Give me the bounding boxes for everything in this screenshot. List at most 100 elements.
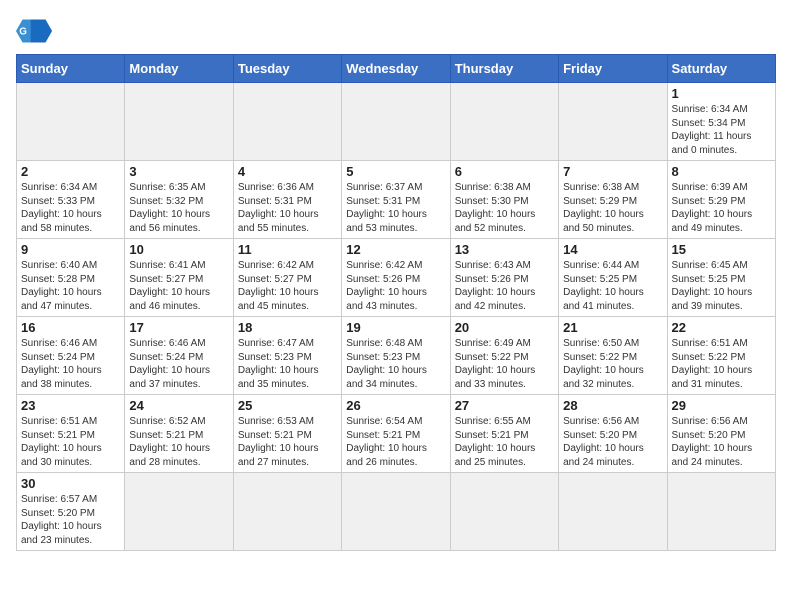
weekday-header-wednesday: Wednesday	[342, 55, 450, 83]
day-info: Sunrise: 6:56 AM Sunset: 5:20 PM Dayligh…	[672, 415, 771, 469]
calendar-cell: 26 Sunrise: 6:54 AM Sunset: 5:21 PM Dayli…	[342, 395, 450, 473]
day-info: Sunrise: 6:39 AM Sunset: 5:29 PM Dayligh…	[672, 181, 771, 235]
weekday-header-sunday: Sunday	[17, 55, 125, 83]
calendar-cell: 1 Sunrise: 6:34 AM Sunset: 5:34 PM Daylig…	[667, 83, 775, 161]
day-info: Sunrise: 6:40 AM Sunset: 5:28 PM Dayligh…	[21, 259, 120, 313]
day-info: Sunrise: 6:36 AM Sunset: 5:31 PM Dayligh…	[238, 181, 337, 235]
logo-icon: G	[16, 16, 52, 46]
calendar-cell: 29 Sunrise: 6:56 AM Sunset: 5:20 PM Dayli…	[667, 395, 775, 473]
day-info: Sunrise: 6:49 AM Sunset: 5:22 PM Dayligh…	[455, 337, 554, 391]
day-info: Sunrise: 6:46 AM Sunset: 5:24 PM Dayligh…	[129, 337, 228, 391]
calendar-cell	[17, 83, 125, 161]
calendar-cell: 8 Sunrise: 6:39 AM Sunset: 5:29 PM Daylig…	[667, 161, 775, 239]
calendar-table: SundayMondayTuesdayWednesdayThursdayFrid…	[16, 54, 776, 551]
weekday-header-friday: Friday	[559, 55, 667, 83]
day-info: Sunrise: 6:42 AM Sunset: 5:26 PM Dayligh…	[346, 259, 445, 313]
calendar-cell: 11 Sunrise: 6:42 AM Sunset: 5:27 PM Dayli…	[233, 239, 341, 317]
calendar-cell: 25Sunrise: 6:53 AM Sunset: 5:21 PM Dayli…	[233, 395, 341, 473]
day-number: 28	[563, 398, 662, 413]
calendar-week-3: 9Sunrise: 6:40 AM Sunset: 5:28 PM Daylig…	[17, 239, 776, 317]
calendar-cell	[667, 473, 775, 551]
day-info: Sunrise: 6:41 AM Sunset: 5:27 PM Dayligh…	[129, 259, 228, 313]
day-number: 17	[129, 320, 228, 335]
calendar-cell: 7 Sunrise: 6:38 AM Sunset: 5:29 PM Daylig…	[559, 161, 667, 239]
calendar-cell: 6Sunrise: 6:38 AM Sunset: 5:30 PM Daylig…	[450, 161, 558, 239]
day-number: 27	[455, 398, 554, 413]
day-info: Sunrise: 6:37 AM Sunset: 5:31 PM Dayligh…	[346, 181, 445, 235]
calendar-week-5: 23 Sunrise: 6:51 AM Sunset: 5:21 PM Dayli…	[17, 395, 776, 473]
calendar-cell: 10 Sunrise: 6:41 AM Sunset: 5:27 PM Dayli…	[125, 239, 233, 317]
day-number: 19	[346, 320, 445, 335]
calendar-cell: 28 Sunrise: 6:56 AM Sunset: 5:20 PM Dayli…	[559, 395, 667, 473]
calendar-cell	[559, 473, 667, 551]
day-number: 16	[21, 320, 120, 335]
day-number: 20	[455, 320, 554, 335]
calendar-cell: 19 Sunrise: 6:48 AM Sunset: 5:23 PM Dayli…	[342, 317, 450, 395]
day-info: Sunrise: 6:45 AM Sunset: 5:25 PM Dayligh…	[672, 259, 771, 313]
day-info: Sunrise: 6:46 AM Sunset: 5:24 PM Dayligh…	[21, 337, 120, 391]
day-info: Sunrise: 6:34 AM Sunset: 5:34 PM Dayligh…	[672, 103, 771, 157]
calendar-cell: 2 Sunrise: 6:34 AM Sunset: 5:33 PM Daylig…	[17, 161, 125, 239]
day-number: 8	[672, 164, 771, 179]
day-number: 1	[672, 86, 771, 101]
calendar-cell: 30 Sunrise: 6:57 AM Sunset: 5:20 PM Dayli…	[17, 473, 125, 551]
calendar-cell: 9Sunrise: 6:40 AM Sunset: 5:28 PM Daylig…	[17, 239, 125, 317]
calendar-cell: 15Sunrise: 6:45 AM Sunset: 5:25 PM Dayli…	[667, 239, 775, 317]
calendar-cell: 12 Sunrise: 6:42 AM Sunset: 5:26 PM Dayli…	[342, 239, 450, 317]
day-number: 29	[672, 398, 771, 413]
day-info: Sunrise: 6:52 AM Sunset: 5:21 PM Dayligh…	[129, 415, 228, 469]
day-info: Sunrise: 6:51 AM Sunset: 5:22 PM Dayligh…	[672, 337, 771, 391]
day-number: 2	[21, 164, 120, 179]
calendar-body: 1 Sunrise: 6:34 AM Sunset: 5:34 PM Daylig…	[17, 83, 776, 551]
calendar-cell: 18 Sunrise: 6:47 AM Sunset: 5:23 PM Dayli…	[233, 317, 341, 395]
day-info: Sunrise: 6:42 AM Sunset: 5:27 PM Dayligh…	[238, 259, 337, 313]
calendar-week-2: 2 Sunrise: 6:34 AM Sunset: 5:33 PM Daylig…	[17, 161, 776, 239]
calendar-week-1: 1 Sunrise: 6:34 AM Sunset: 5:34 PM Daylig…	[17, 83, 776, 161]
calendar-cell: 13 Sunrise: 6:43 AM Sunset: 5:26 PM Dayli…	[450, 239, 558, 317]
calendar-header: SundayMondayTuesdayWednesdayThursdayFrid…	[17, 55, 776, 83]
day-info: Sunrise: 6:34 AM Sunset: 5:33 PM Dayligh…	[21, 181, 120, 235]
calendar-cell: 5 Sunrise: 6:37 AM Sunset: 5:31 PM Daylig…	[342, 161, 450, 239]
calendar-cell	[450, 83, 558, 161]
day-number: 5	[346, 164, 445, 179]
day-number: 26	[346, 398, 445, 413]
calendar-cell: 4 Sunrise: 6:36 AM Sunset: 5:31 PM Daylig…	[233, 161, 341, 239]
day-number: 18	[238, 320, 337, 335]
day-info: Sunrise: 6:48 AM Sunset: 5:23 PM Dayligh…	[346, 337, 445, 391]
calendar-cell: 27 Sunrise: 6:55 AM Sunset: 5:21 PM Dayli…	[450, 395, 558, 473]
weekday-header-row: SundayMondayTuesdayWednesdayThursdayFrid…	[17, 55, 776, 83]
calendar-cell	[233, 473, 341, 551]
calendar-cell: 3Sunrise: 6:35 AM Sunset: 5:32 PM Daylig…	[125, 161, 233, 239]
day-number: 23	[21, 398, 120, 413]
day-number: 13	[455, 242, 554, 257]
day-info: Sunrise: 6:57 AM Sunset: 5:20 PM Dayligh…	[21, 493, 120, 547]
day-info: Sunrise: 6:38 AM Sunset: 5:30 PM Dayligh…	[455, 181, 554, 235]
calendar-cell	[559, 83, 667, 161]
calendar-cell	[233, 83, 341, 161]
calendar-cell	[342, 83, 450, 161]
day-info: Sunrise: 6:51 AM Sunset: 5:21 PM Dayligh…	[21, 415, 120, 469]
day-info: Sunrise: 6:38 AM Sunset: 5:29 PM Dayligh…	[563, 181, 662, 235]
day-number: 10	[129, 242, 228, 257]
day-number: 7	[563, 164, 662, 179]
calendar-cell: 17 Sunrise: 6:46 AM Sunset: 5:24 PM Dayli…	[125, 317, 233, 395]
day-info: Sunrise: 6:47 AM Sunset: 5:23 PM Dayligh…	[238, 337, 337, 391]
day-number: 14	[563, 242, 662, 257]
day-info: Sunrise: 6:55 AM Sunset: 5:21 PM Dayligh…	[455, 415, 554, 469]
calendar-cell	[342, 473, 450, 551]
calendar-cell	[450, 473, 558, 551]
day-info: Sunrise: 6:50 AM Sunset: 5:22 PM Dayligh…	[563, 337, 662, 391]
weekday-header-saturday: Saturday	[667, 55, 775, 83]
day-info: Sunrise: 6:54 AM Sunset: 5:21 PM Dayligh…	[346, 415, 445, 469]
day-number: 11	[238, 242, 337, 257]
day-number: 22	[672, 320, 771, 335]
calendar-cell: 16 Sunrise: 6:46 AM Sunset: 5:24 PM Dayli…	[17, 317, 125, 395]
calendar-week-4: 16 Sunrise: 6:46 AM Sunset: 5:24 PM Dayli…	[17, 317, 776, 395]
day-number: 30	[21, 476, 120, 491]
day-info: Sunrise: 6:56 AM Sunset: 5:20 PM Dayligh…	[563, 415, 662, 469]
day-number: 4	[238, 164, 337, 179]
weekday-header-thursday: Thursday	[450, 55, 558, 83]
day-info: Sunrise: 6:43 AM Sunset: 5:26 PM Dayligh…	[455, 259, 554, 313]
day-number: 12	[346, 242, 445, 257]
day-info: Sunrise: 6:35 AM Sunset: 5:32 PM Dayligh…	[129, 181, 228, 235]
